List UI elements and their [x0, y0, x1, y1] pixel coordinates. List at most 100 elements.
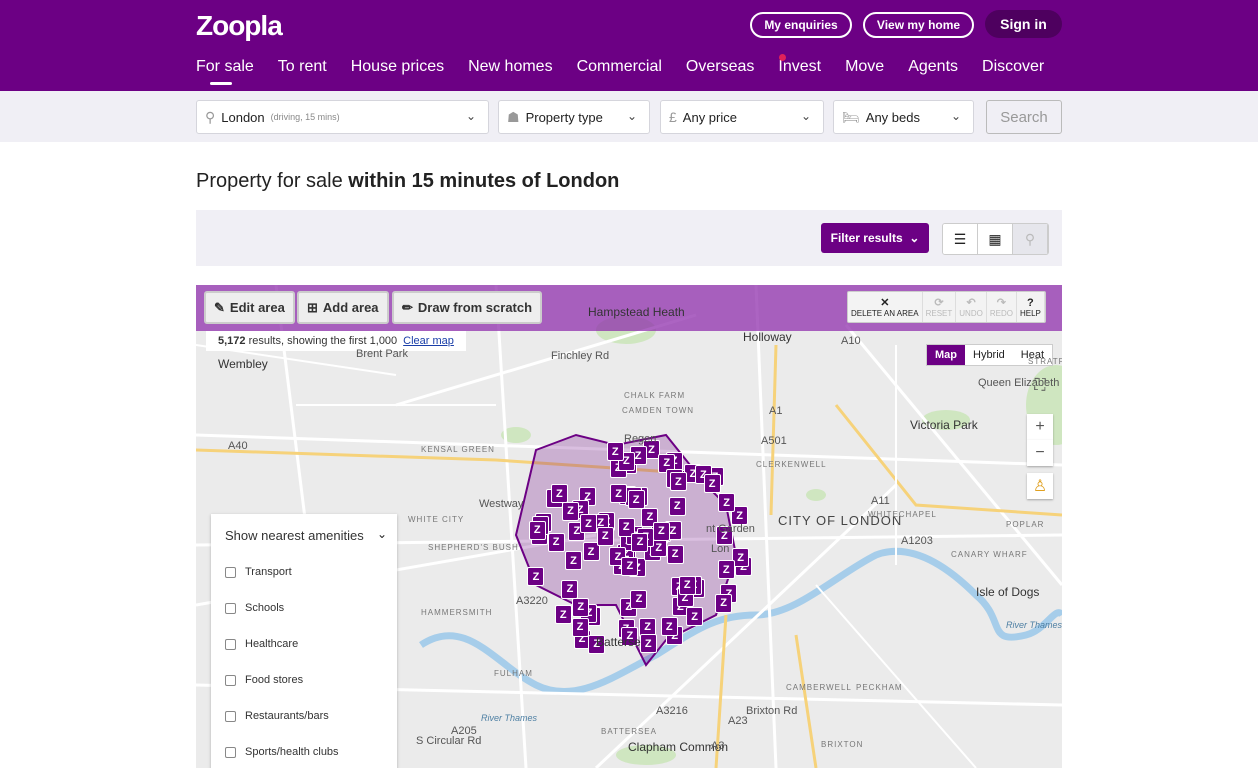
- view-my-home-button[interactable]: View my home: [863, 12, 974, 38]
- nav-invest[interactable]: Invest: [778, 58, 821, 76]
- property-marker[interactable]: Z: [527, 567, 545, 587]
- location-input[interactable]: ⚲ London (driving, 15 mins) ⌄: [196, 100, 489, 134]
- property-marker[interactable]: Z: [652, 521, 670, 541]
- add-area-button[interactable]: ⊞ Add area: [297, 291, 389, 324]
- property-marker[interactable]: Z: [528, 520, 546, 540]
- property-marker[interactable]: Z: [571, 617, 589, 637]
- amenity-option[interactable]: Healthcare: [225, 638, 298, 650]
- clear-map-link[interactable]: Clear map: [403, 335, 454, 347]
- property-marker[interactable]: Z: [669, 472, 687, 492]
- property-marker[interactable]: Z: [639, 634, 657, 654]
- nav-new-homes[interactable]: New homes: [468, 58, 552, 76]
- pencil-icon: ✏: [402, 299, 413, 315]
- property-type-select[interactable]: ☗ Property type ⌄: [498, 100, 650, 134]
- amenity-option[interactable]: Restaurants/bars: [225, 710, 329, 722]
- property-marker[interactable]: Z: [579, 514, 597, 534]
- amenity-option[interactable]: Sports/health clubs: [225, 746, 339, 758]
- amenity-option[interactable]: Food stores: [225, 674, 303, 686]
- nav-overseas[interactable]: Overseas: [686, 58, 754, 76]
- reset-icon: ⟳: [934, 297, 944, 309]
- add-icon: ⊞: [307, 299, 318, 315]
- nav-to-rent[interactable]: To rent: [278, 58, 327, 76]
- nav-move[interactable]: Move: [845, 58, 884, 76]
- property-marker[interactable]: Z: [596, 526, 614, 546]
- price-select[interactable]: £ Any price ⌄: [660, 100, 824, 134]
- map-label: Camberwell: [786, 683, 852, 692]
- zoom-out-button[interactable]: −: [1027, 440, 1053, 466]
- property-marker[interactable]: Z: [554, 605, 572, 625]
- nav-agents[interactable]: Agents: [908, 58, 958, 76]
- property-marker[interactable]: Z: [631, 532, 649, 552]
- property-marker[interactable]: Z: [715, 593, 733, 613]
- edit-area-button[interactable]: ✎ Edit area: [204, 291, 295, 324]
- checkbox[interactable]: [225, 710, 236, 722]
- checkbox[interactable]: [225, 566, 236, 578]
- zoopla-logo[interactable]: Zoopla: [196, 10, 283, 42]
- map-label: Kensal Green: [421, 445, 495, 454]
- checkbox[interactable]: [225, 602, 236, 614]
- map-label: Westway: [479, 498, 524, 510]
- checkbox[interactable]: [225, 746, 236, 758]
- results-toolbar: [196, 210, 1062, 266]
- property-marker[interactable]: Z: [561, 579, 579, 599]
- property-marker[interactable]: Z: [561, 501, 579, 521]
- map-label: Hammersmith: [421, 608, 493, 617]
- amenity-option[interactable]: Schools: [225, 602, 284, 614]
- property-marker[interactable]: Z: [627, 490, 645, 510]
- map-type-hybrid[interactable]: Hybrid: [965, 345, 1013, 365]
- nav-discover[interactable]: Discover: [982, 58, 1044, 76]
- map-label: Holloway: [743, 330, 792, 344]
- property-marker[interactable]: Z: [621, 556, 639, 576]
- property-marker[interactable]: Z: [565, 551, 583, 571]
- property-marker[interactable]: Z: [572, 597, 590, 617]
- property-marker[interactable]: Z: [703, 474, 721, 494]
- map[interactable]: ZZZZZZZZZZZZZZZZZZZZZZZZZZZZZZZZZZZZZZZZ…: [196, 285, 1062, 768]
- chevron-down-icon[interactable]: ⌄: [377, 527, 387, 541]
- property-marker[interactable]: Z: [686, 607, 704, 627]
- property-marker[interactable]: Z: [660, 617, 678, 637]
- property-marker[interactable]: Z: [630, 589, 648, 609]
- nav-house-prices[interactable]: House prices: [351, 58, 444, 76]
- map-label: Chalk Farm: [624, 391, 686, 400]
- draw-from-scratch-button[interactable]: ✏ Draw from scratch: [392, 291, 543, 324]
- amenities-title[interactable]: Show nearest amenities: [225, 528, 364, 543]
- help-icon: ?: [1027, 296, 1034, 309]
- main-nav: For sale To rent House prices New homes …: [196, 58, 1068, 85]
- amenity-label: Sports/health clubs: [245, 746, 339, 758]
- beds-select[interactable]: 🛏 Any beds ⌄: [833, 100, 974, 134]
- filter-results-button[interactable]: Filter results ⌄: [821, 223, 929, 253]
- undo-button[interactable]: ↶ UNDO: [956, 292, 987, 322]
- property-marker[interactable]: Z: [678, 575, 696, 595]
- list-view-icon[interactable]: ☰: [943, 224, 978, 254]
- amenity-option[interactable]: Transport: [225, 566, 292, 578]
- map-label: Shepherd's Bush: [428, 543, 519, 552]
- my-enquiries-button[interactable]: My enquiries: [750, 12, 852, 38]
- reset-button[interactable]: ⟳ RESET: [923, 292, 957, 322]
- redo-button[interactable]: ↷ REDO: [987, 292, 1017, 322]
- notification-dot: [779, 54, 786, 61]
- nav-for-sale[interactable]: For sale: [196, 58, 254, 85]
- map-label: A10: [841, 335, 861, 347]
- search-button[interactable]: Search: [986, 100, 1062, 134]
- sign-in-button[interactable]: Sign in: [985, 10, 1062, 38]
- property-marker[interactable]: Z: [718, 493, 736, 513]
- property-marker[interactable]: Z: [717, 560, 735, 580]
- property-marker[interactable]: Z: [606, 442, 624, 462]
- zoom-in-button[interactable]: +: [1027, 414, 1053, 440]
- help-button[interactable]: ? HELP: [1017, 292, 1045, 322]
- property-marker[interactable]: Z: [547, 532, 565, 552]
- property-marker[interactable]: Z: [550, 484, 568, 504]
- property-marker[interactable]: Z: [668, 496, 686, 516]
- bed-icon: 🛏: [842, 108, 860, 125]
- map-label: Isle of Dogs: [976, 585, 1040, 599]
- checkbox[interactable]: [225, 674, 236, 686]
- street-view-pegman-icon[interactable]: ♙: [1027, 473, 1053, 499]
- delete-area-button[interactable]: ✕ DELETE AN AREA: [848, 292, 923, 322]
- map-type-map[interactable]: Map: [927, 345, 965, 365]
- property-marker[interactable]: Z: [610, 484, 628, 504]
- grid-view-icon[interactable]: ▦: [978, 224, 1013, 254]
- property-marker[interactable]: Z: [666, 544, 684, 564]
- map-view-icon[interactable]: ⚲: [1013, 224, 1048, 254]
- nav-commercial[interactable]: Commercial: [577, 58, 662, 76]
- checkbox[interactable]: [225, 638, 236, 650]
